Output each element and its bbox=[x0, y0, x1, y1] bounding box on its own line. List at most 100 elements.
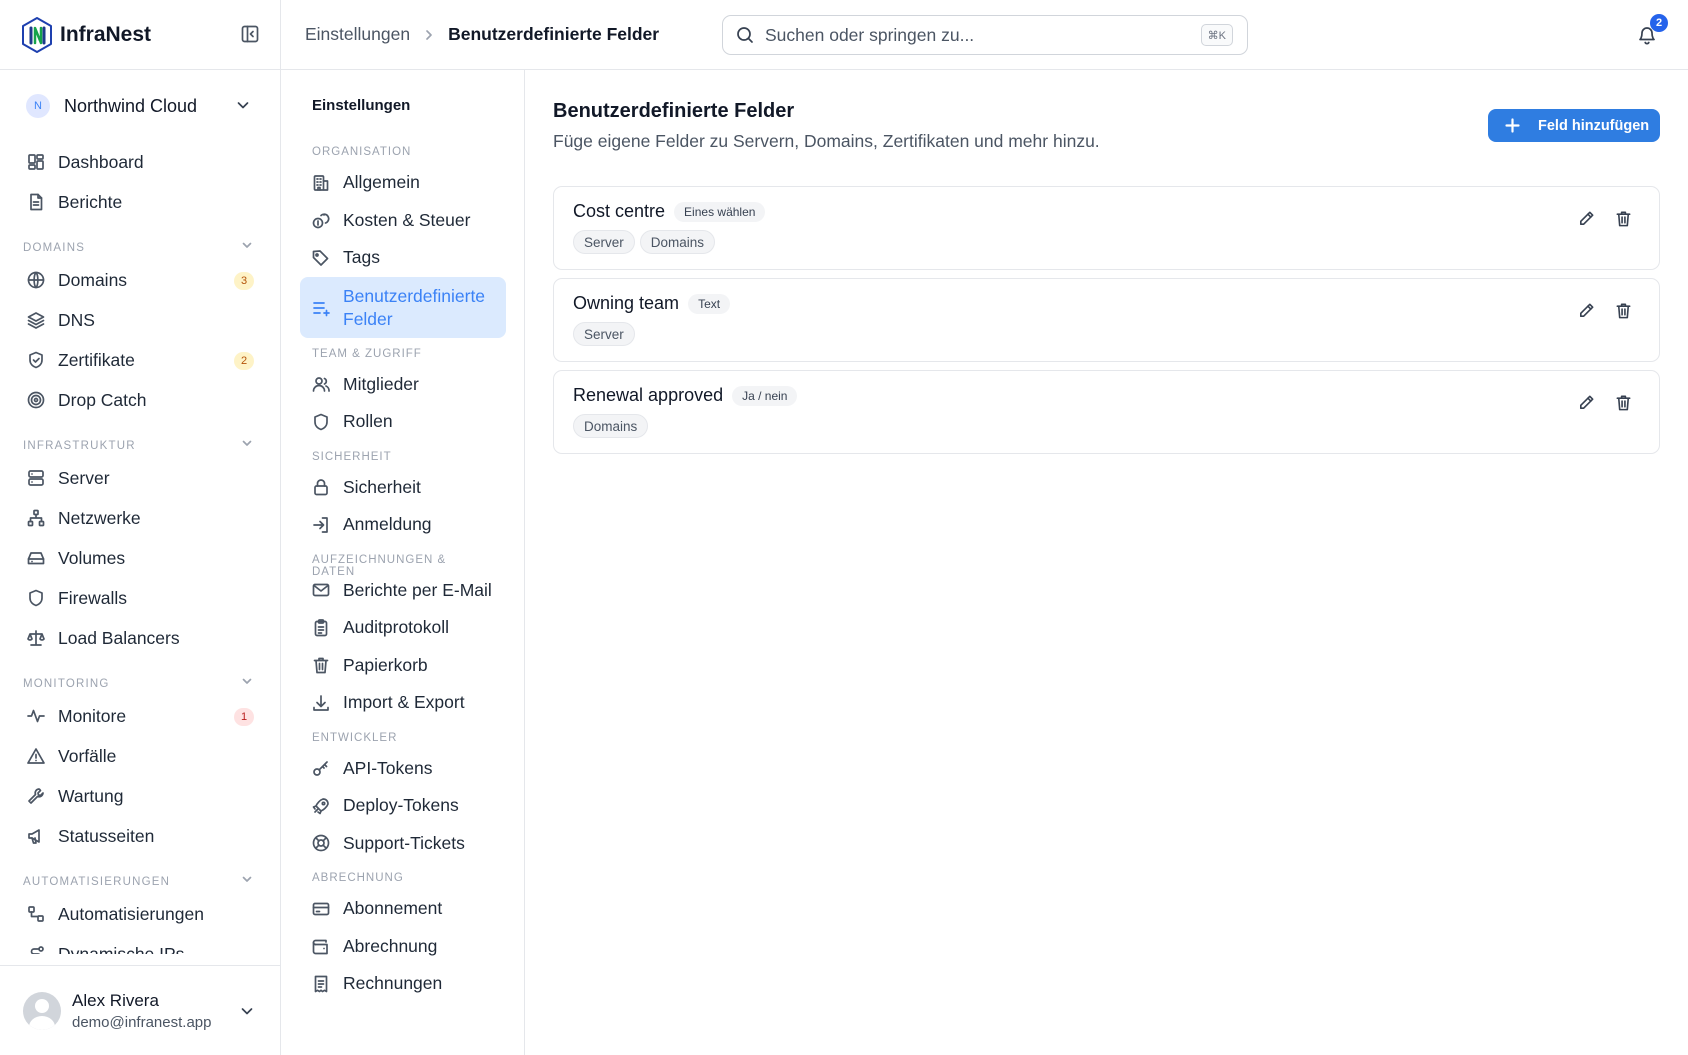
trash-icon[interactable] bbox=[1614, 393, 1633, 412]
settings-item-rechnungen[interactable]: Rechnungen bbox=[281, 965, 506, 1003]
wrench-icon bbox=[26, 786, 46, 806]
sidebar-item-label: Drop Catch bbox=[58, 389, 147, 410]
report-icon bbox=[26, 192, 46, 212]
user-menu[interactable]: Alex Rivera demo@infranest.app bbox=[0, 965, 280, 1055]
add-field-label: Feld hinzufügen bbox=[1538, 117, 1650, 134]
sidebar-item-label: Volumes bbox=[58, 547, 126, 568]
user-email: demo@infranest.app bbox=[72, 1013, 212, 1031]
settings-item-api-tokens[interactable]: API-Tokens bbox=[281, 750, 506, 788]
sidebar-section-domains[interactable]: DOMAINS bbox=[0, 222, 280, 260]
sidebar-item-load-balancers[interactable]: Load Balancers bbox=[0, 618, 280, 658]
sidebar-item-label: Zertifikate bbox=[58, 349, 135, 370]
sidebar-item-label: Firewalls bbox=[58, 587, 128, 608]
field-targets: Domains bbox=[573, 414, 1659, 438]
chevron-down-icon bbox=[238, 1002, 256, 1020]
field-actions bbox=[1559, 393, 1633, 412]
settings-item-tags[interactable]: Tags bbox=[281, 239, 506, 277]
settings-section-team-zugriff: TEAM & ZUGRIFF bbox=[312, 347, 422, 360]
search-input[interactable]: Suchen oder springen zu... ⌘K bbox=[722, 15, 1248, 55]
sidebar-item-dynamische-ips[interactable]: Dynamische IPs bbox=[0, 934, 280, 954]
sidebar-item-volumes[interactable]: Volumes bbox=[0, 538, 280, 578]
sidebar-item-vorfaelle[interactable]: Vorfälle bbox=[0, 736, 280, 776]
sidebar-section-automatisierungen[interactable]: AUTOMATISIERUNGEN bbox=[0, 856, 280, 894]
sidebar: InfraNest N Northwind Cloud Dashboard Ber… bbox=[0, 0, 281, 1055]
lock-icon bbox=[311, 477, 331, 497]
settings-item-kosten-steuer[interactable]: Kosten & Steuer bbox=[281, 202, 506, 240]
field-type-badge: Eines wählen bbox=[674, 201, 766, 222]
field-type-badge: Ja / nein bbox=[732, 385, 798, 406]
tag-icon bbox=[311, 248, 331, 268]
trash-icon bbox=[311, 655, 331, 675]
sidebar-section-infrastruktur[interactable]: INFRASTRUKTUR bbox=[0, 420, 280, 458]
brand-name: InfraNest bbox=[60, 22, 152, 46]
settings-item-auditprotokoll[interactable]: Auditprotokoll bbox=[281, 609, 506, 647]
org-name: Northwind Cloud bbox=[64, 95, 198, 116]
sidebar-item-dashboard[interactable]: Dashboard bbox=[0, 142, 280, 182]
pencil-icon[interactable] bbox=[1577, 209, 1596, 228]
keyboard-shortcut-badge: ⌘K bbox=[1200, 24, 1233, 46]
settings-section-sicherheit: SICHERHEIT bbox=[312, 450, 392, 463]
sidebar-item-berichte[interactable]: Berichte bbox=[0, 182, 280, 222]
sidebar-section-monitoring[interactable]: MONITORING bbox=[0, 658, 280, 696]
sidebar-item-zertifikate[interactable]: Zertifikate 2 bbox=[0, 340, 280, 380]
sidebar-item-firewalls[interactable]: Firewalls bbox=[0, 578, 280, 618]
breadcrumb: Einstellungen Benutzerdefinierte Felder bbox=[305, 24, 659, 45]
settings-section-organisation: ORGANISATION bbox=[312, 146, 412, 158]
sidebar-item-label: Netzwerke bbox=[58, 507, 141, 528]
infranest-logo-icon[interactable] bbox=[20, 16, 54, 54]
settings-item-allgemein[interactable]: Allgemein bbox=[281, 164, 506, 202]
settings-item-rollen[interactable]: Rollen bbox=[281, 403, 506, 441]
sidebar-item-dns[interactable]: DNS bbox=[0, 300, 280, 340]
sidebar-section-title: MONITORING bbox=[23, 678, 110, 690]
settings-section-entwickler: ENTWICKLER bbox=[312, 731, 398, 744]
settings-nav: Einstellungen ORGANISATION Allgemein Koste… bbox=[281, 70, 525, 1055]
settings-item-support-tickets[interactable]: Support-Tickets bbox=[281, 825, 506, 863]
settings-item-benutzerdefinierte-felder[interactable]: Benutzerdefinierte Felder bbox=[300, 276, 506, 338]
settings-item-deploy-tokens[interactable]: Deploy-Tokens bbox=[281, 787, 506, 825]
sidebar-item-wartung[interactable]: Wartung bbox=[0, 776, 280, 816]
settings-item-import-export[interactable]: Import & Export bbox=[281, 684, 506, 722]
sidebar-item-netzwerke[interactable]: Netzwerke bbox=[0, 498, 280, 538]
chevron-down-icon bbox=[234, 96, 252, 114]
field-header: Renewal approved Ja / nein bbox=[573, 385, 1659, 406]
field-header: Owning team Text bbox=[573, 293, 1659, 314]
server-icon bbox=[26, 468, 46, 488]
sidebar-item-server[interactable]: Server bbox=[0, 458, 280, 498]
sidebar-item-automatisierungen[interactable]: Automatisierungen bbox=[0, 894, 280, 934]
count-badge: 3 bbox=[234, 272, 254, 290]
field-actions bbox=[1559, 301, 1633, 320]
trash-icon[interactable] bbox=[1614, 209, 1633, 228]
user-info: Alex Rivera demo@infranest.app bbox=[72, 991, 211, 1031]
sidebar-collapse-icon[interactable] bbox=[240, 24, 260, 44]
sidebar-item-drop-catch[interactable]: Drop Catch bbox=[0, 380, 280, 420]
settings-item-label: Support-Tickets bbox=[343, 832, 465, 853]
org-switcher[interactable]: N Northwind Cloud bbox=[0, 70, 280, 142]
count-badge: 1 bbox=[234, 708, 254, 726]
field-actions bbox=[1559, 209, 1633, 228]
settings-item-label: Tags bbox=[343, 247, 380, 268]
pencil-icon[interactable] bbox=[1577, 301, 1596, 320]
wallet-icon bbox=[311, 936, 331, 956]
drive-icon bbox=[26, 548, 46, 568]
settings-item-label: Rechnungen bbox=[343, 973, 443, 994]
settings-item-label: Anmeldung bbox=[343, 514, 432, 535]
settings-item-anmeldung[interactable]: Anmeldung bbox=[281, 506, 506, 544]
settings-item-abrechnung[interactable]: Abrechnung bbox=[281, 928, 506, 966]
target-tag: Server bbox=[573, 230, 635, 254]
settings-item-papierkorb[interactable]: Papierkorb bbox=[281, 647, 506, 685]
settings-item-mitglieder[interactable]: Mitglieder bbox=[281, 366, 506, 404]
sidebar-item-domains[interactable]: Domains 3 bbox=[0, 260, 280, 300]
breadcrumb-settings-link[interactable]: Einstellungen bbox=[305, 24, 410, 45]
sidebar-item-monitore[interactable]: Monitore 1 bbox=[0, 696, 280, 736]
shield-icon bbox=[26, 588, 46, 608]
trash-icon[interactable] bbox=[1614, 301, 1633, 320]
settings-item-abonnement[interactable]: Abonnement bbox=[281, 890, 506, 928]
add-field-button[interactable]: Feld hinzufügen bbox=[1488, 109, 1660, 142]
shield-icon bbox=[311, 412, 331, 432]
megaphone-icon bbox=[26, 826, 46, 846]
sidebar-item-statusseiten[interactable]: Statusseiten bbox=[0, 816, 280, 856]
chevron-right-icon bbox=[422, 28, 436, 42]
pencil-icon[interactable] bbox=[1577, 393, 1596, 412]
settings-item-sicherheit[interactable]: Sicherheit bbox=[281, 469, 506, 507]
field-card: Owning team Text Server bbox=[553, 278, 1660, 362]
